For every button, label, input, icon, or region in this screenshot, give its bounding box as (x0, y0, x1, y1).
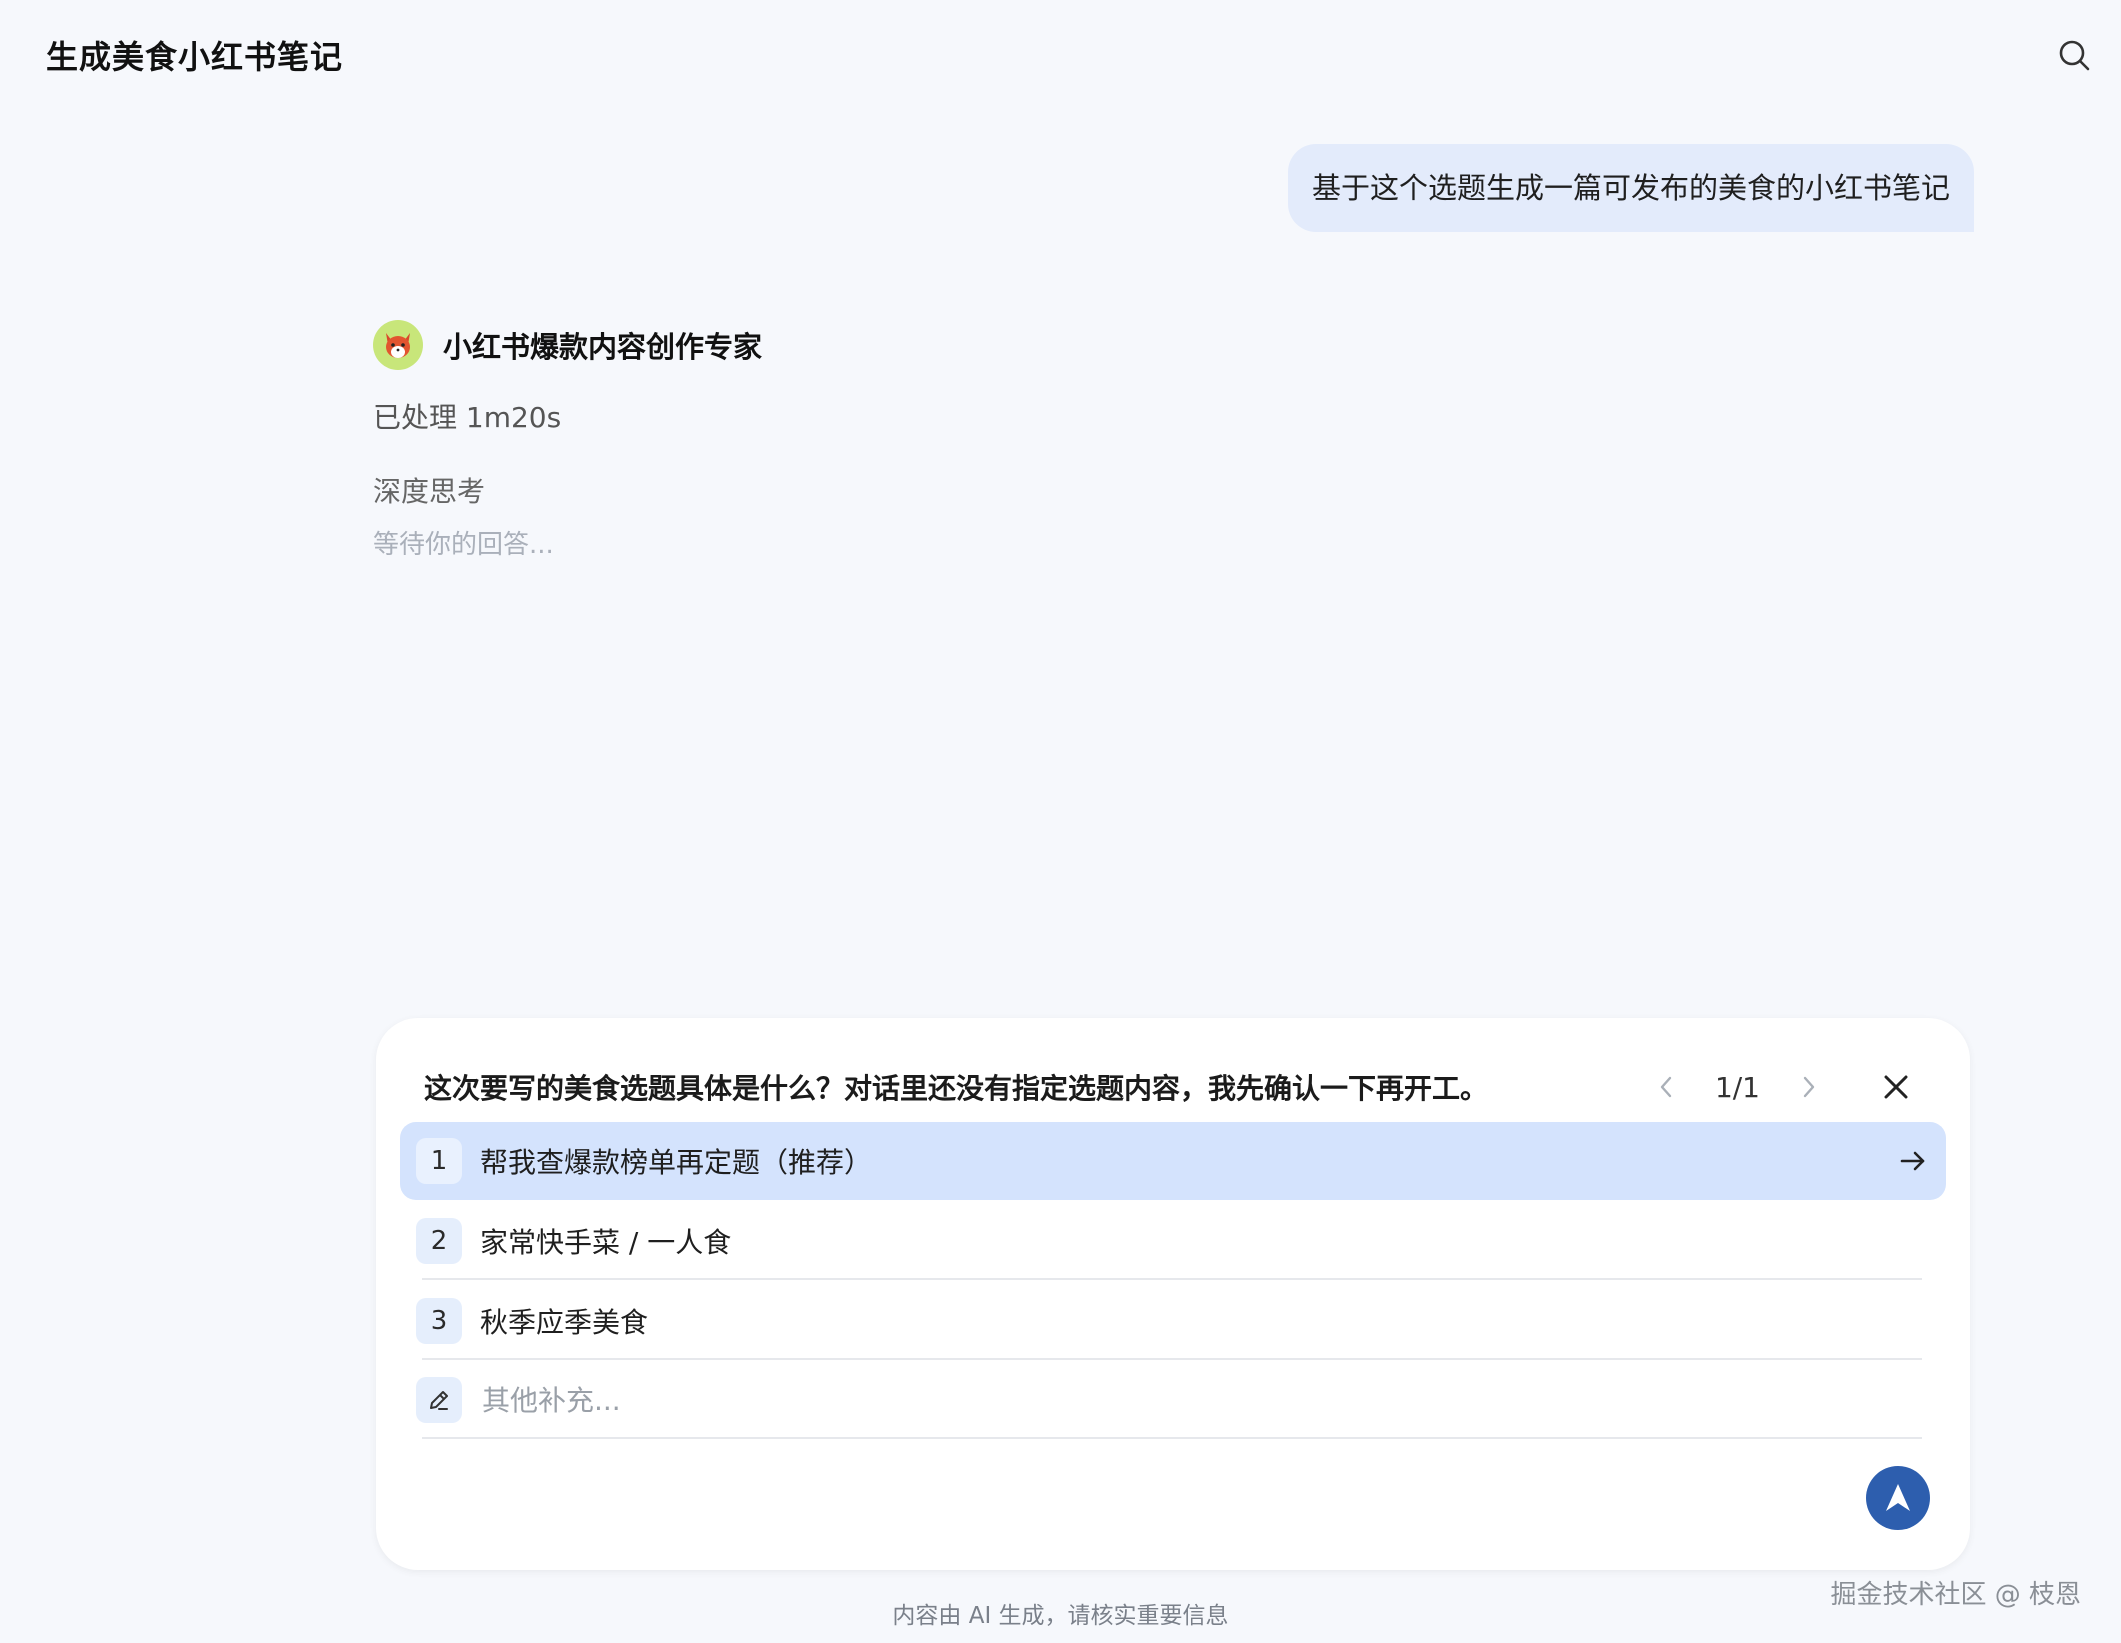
option-label: 家常快手菜 / 一人食 (480, 1226, 732, 1259)
other-input[interactable] (480, 1382, 1946, 1418)
other-option[interactable] (400, 1361, 1946, 1439)
chevron-left-icon[interactable] (1651, 1072, 1681, 1102)
agent-response: 小红书爆款内容创作专家 已处理 1m20s 深度思考 等待你的回答... (373, 320, 762, 561)
send-icon (1886, 1484, 1910, 1511)
question-card: 这次要写的美食选题具体是什么？对话里还没有指定选题内容，我先确认一下再开工。 1… (376, 1018, 1970, 1570)
pager: 1/1 (1651, 1071, 1824, 1104)
option-1[interactable]: 1 帮我查爆款榜单再定题（推荐） (400, 1122, 1946, 1200)
option-number: 2 (416, 1218, 462, 1264)
option-3[interactable]: 3 秋季应季美食 (400, 1282, 1946, 1360)
chevron-right-icon[interactable] (1794, 1072, 1824, 1102)
agent-header: 小红书爆款内容创作专家 (373, 320, 762, 370)
question-text: 这次要写的美食选题具体是什么？对话里还没有指定选题内容，我先确认一下再开工。 (424, 1072, 1489, 1105)
option-label: 帮我查爆款榜单再定题（推荐） (480, 1146, 873, 1179)
page-title: 生成美食小红书笔记 (46, 38, 344, 76)
question-header: 这次要写的美食选题具体是什么？对话里还没有指定选题内容，我先确认一下再开工。 1… (424, 1064, 1914, 1110)
agent-avatar (373, 320, 423, 370)
divider (422, 1278, 1922, 1280)
user-message: 基于这个选题生成一篇可发布的美食的小红书笔记 (1287, 144, 1974, 232)
pencil-icon (416, 1377, 462, 1423)
option-2[interactable]: 2 家常快手菜 / 一人食 (400, 1202, 1946, 1280)
disclaimer: 内容由 AI 生成，请核实重要信息 (892, 1603, 1229, 1629)
waiting-text: 等待你的回答... (373, 530, 554, 560)
send-button[interactable] (1866, 1466, 1930, 1530)
watermark: 掘金技术社区 @ 枝恩 (1830, 1580, 2081, 1610)
agent-name: 小红书爆款内容创作专家 (443, 330, 763, 364)
processed-status: 已处理 1m20s (373, 401, 562, 434)
page-indicator: 1/1 (1714, 1070, 1760, 1104)
divider (422, 1358, 1922, 1360)
option-label: 秋季应季美食 (480, 1306, 649, 1339)
option-number: 1 (416, 1138, 462, 1184)
option-number: 3 (416, 1298, 462, 1344)
close-icon[interactable] (1878, 1069, 1914, 1105)
deep-thinking-toggle[interactable]: 深度思考 (373, 470, 762, 510)
arrow-right-icon (1900, 1151, 1925, 1171)
search-icon[interactable] (2055, 36, 2095, 76)
divider (422, 1437, 1922, 1439)
